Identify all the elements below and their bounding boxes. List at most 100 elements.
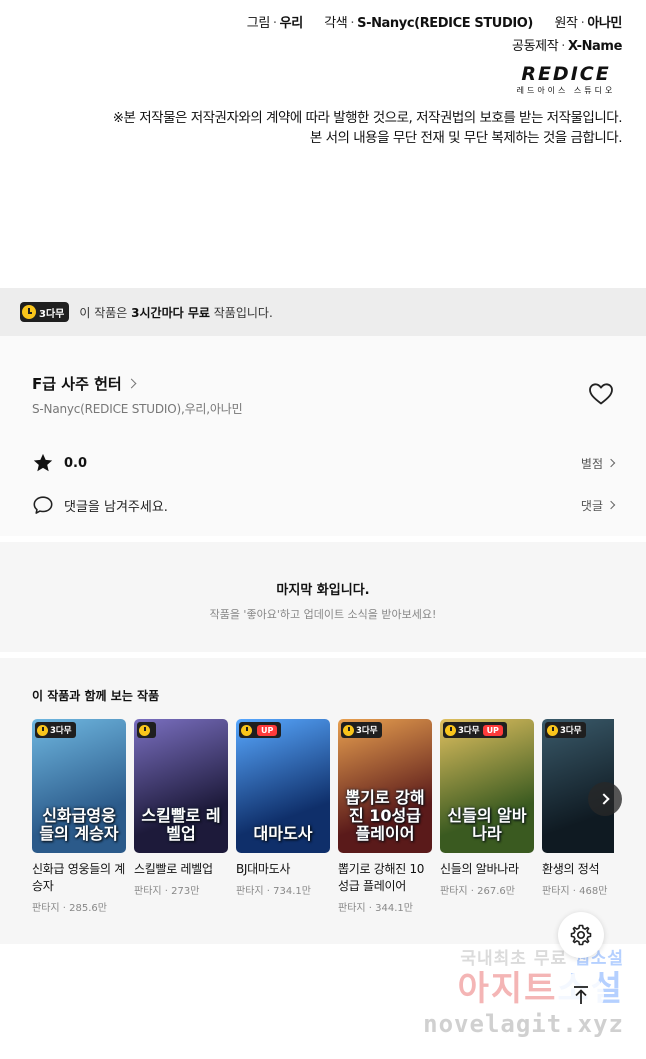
recommendation-card[interactable]: UP 대마도사 BJ대마도사판타지 · 734.1만 bbox=[236, 719, 330, 897]
clock-icon bbox=[343, 724, 354, 736]
chevron-right-icon bbox=[126, 378, 137, 389]
recommendation-meta: 판타지 · 273만 bbox=[134, 886, 200, 897]
cover-badge: 3다무 UP bbox=[443, 722, 507, 738]
rating-value: 0.0 bbox=[64, 455, 88, 471]
comment-row[interactable]: 댓글을 남겨주세요. 댓글 bbox=[32, 493, 616, 517]
watermark-line-1a: 국내최초 무료 bbox=[460, 949, 575, 969]
studio-logo: REDICE 레드아이스 스튜디오 bbox=[512, 64, 620, 96]
cover-badge: 3다무 bbox=[341, 722, 382, 738]
adapt-label: 각색 bbox=[324, 16, 348, 31]
cover-badge bbox=[137, 722, 156, 738]
rating-link-label: 별점 bbox=[580, 456, 603, 471]
rating-row: 0.0 별점 bbox=[32, 451, 616, 475]
update-badge: UP bbox=[257, 724, 278, 736]
cover-badge-label: 3다무 bbox=[50, 726, 72, 736]
cover-title-art: 신화급영웅들의 계승자 bbox=[39, 806, 119, 843]
studio-logo-word: REDICE bbox=[521, 63, 611, 85]
comment-bubble-icon bbox=[33, 496, 53, 514]
cover-badge: 3다무 bbox=[545, 722, 586, 738]
cover-badge-label: 3다무 bbox=[356, 726, 378, 736]
clock-icon bbox=[445, 724, 456, 736]
wait-free-badge-label: 3다무 bbox=[39, 308, 65, 320]
wait-free-text-post: 작품입니다. bbox=[209, 305, 273, 320]
recommendation-meta: 판타지 · 468만 bbox=[542, 886, 608, 897]
recommendation-cover: 3다무 UP 신들의 알바나라 bbox=[440, 719, 534, 853]
carousel-next-button[interactable] bbox=[588, 782, 622, 816]
recommendation-title: BJ대마도사 bbox=[236, 862, 291, 876]
cover-title-art: 대마도사 bbox=[253, 824, 313, 843]
rating-link[interactable]: 별점 bbox=[580, 455, 616, 472]
watermark-line-2a: 아지트 bbox=[457, 969, 558, 1009]
co-production-value: X-Name bbox=[568, 39, 622, 54]
co-production-label: 공동제작 bbox=[512, 39, 559, 54]
series-title-link[interactable]: F급 사주 헌터 bbox=[32, 373, 137, 394]
credits-line-2: 공동제작 · X-Name bbox=[512, 39, 622, 54]
credits-line-1: 그림 · 우리 각색 · S-Nanyc(REDICE STUDIO) 원작 · 아나민 bbox=[246, 16, 623, 31]
series-title: F급 사주 헌터 bbox=[32, 375, 122, 393]
copyright-notice: ※본 저작물은 저작권자와의 계약에 따라 발행한 것으로, 저작권법의 보호를… bbox=[112, 108, 623, 148]
series-authors: S-Nanyc(REDICE STUDIO),우리,아나민 bbox=[32, 402, 243, 416]
recommendation-cover: UP 대마도사 bbox=[236, 719, 330, 853]
credits-section: 그림 · 우리 각색 · S-Nanyc(REDICE STUDIO) 원작 · 아나민 공… bbox=[0, 0, 646, 288]
recommendation-cover: 3다무뽑기로 강해진 10성급 플레이어 bbox=[338, 719, 432, 853]
wait-free-text: 이 작품은 3시간마다 무료 작품입니다. bbox=[79, 304, 272, 321]
recommendation-title: 신들의 알바나라 bbox=[440, 862, 519, 876]
studio-logo-sub: 레드아이스 스튜디오 bbox=[516, 86, 616, 95]
chevron-right-icon bbox=[606, 458, 616, 468]
clock-icon bbox=[22, 305, 36, 319]
art-label: 그림 bbox=[246, 16, 271, 31]
comment-link[interactable]: 댓글 bbox=[580, 497, 616, 514]
settings-button[interactable] bbox=[558, 912, 604, 958]
arrow-up-icon bbox=[574, 986, 588, 1004]
recommendation-title: 뽑기로 강해진 10성급 플레이어 bbox=[338, 862, 425, 893]
wait-free-badge: 3다무 bbox=[20, 302, 70, 322]
update-badge: UP bbox=[482, 724, 503, 736]
original-value: 아나민 bbox=[587, 16, 622, 31]
recommendations-list: 3다무 신화급영웅들의 계승자 신화급 영웅들의 계승자 판타지 · 285.6만 스킬… bbox=[32, 719, 614, 929]
recommendation-meta: 판타지 · 734.1만 bbox=[236, 886, 311, 897]
recommendations: 이 작품과 함께 보는 작품 3다무신화급영웅들의 계승자신화급 영웅들의 계승… bbox=[0, 658, 646, 944]
wait-free-banner: 3다무 이 작품은 3시간마다 무료 작품입니다. bbox=[0, 288, 646, 336]
comment-link-label: 댓글 bbox=[580, 498, 603, 513]
heart-icon[interactable] bbox=[588, 382, 614, 406]
recommendation-title: 신화급 영웅들의 계승자 bbox=[32, 862, 125, 893]
original-label: 원작 bbox=[554, 16, 578, 31]
last-episode-subtitle: 작품을 '좋아요'하고 업데이트 소식을 받아보세요! bbox=[209, 608, 437, 621]
scroll-to-top-button[interactable] bbox=[558, 972, 604, 1018]
cover-badge-label: 3다무 bbox=[560, 726, 582, 736]
clock-icon bbox=[37, 724, 48, 736]
chevron-right-icon bbox=[597, 793, 610, 805]
cover-badge: UP bbox=[239, 722, 282, 738]
last-episode-title: 마지막 화입니다. bbox=[276, 583, 370, 598]
recommendation-card[interactable]: 3다무 UP 신들의 알바나라 신들의 알바나라 판타지 · 267.6만 bbox=[440, 719, 534, 897]
cover-badge: 3다무 bbox=[35, 722, 76, 738]
clock-icon bbox=[547, 724, 558, 736]
copyright-notice-line-2: 본 서의 내용을 무단 전재 및 무단 복제하는 것을 금합니다. bbox=[309, 130, 623, 146]
recommendation-title: 환생의 정석 bbox=[542, 862, 600, 876]
recommendation-meta: 판타지 · 344.1만 bbox=[338, 903, 413, 914]
recommendation-meta: 판타지 · 267.6만 bbox=[440, 886, 515, 897]
gear-icon bbox=[570, 924, 592, 946]
cover-title-art: 신들의 알바나라 bbox=[447, 806, 527, 843]
wait-free-text-bold: 3시간마다 무료 bbox=[131, 305, 210, 320]
recommendation-card[interactable]: 3다무신화급영웅들의 계승자신화급 영웅들의 계승자판타지 · 285.6만 bbox=[32, 719, 126, 914]
copyright-notice-line-1: ※본 저작물은 저작권자와의 계약에 따라 발행한 것으로, 저작권법의 보호를… bbox=[112, 110, 623, 126]
cover-title-art: 뽑기로 강해진 10성급 플레이어 bbox=[345, 788, 425, 843]
clock-icon bbox=[139, 724, 150, 736]
series-info: F급 사주 헌터 S-Nanyc(REDICE STUDIO),우리,아나민 0… bbox=[0, 336, 646, 536]
cover-title-art: 스킬빨로 레벨업 bbox=[141, 806, 221, 843]
adapt-value: S-Nanyc(REDICE STUDIO) bbox=[357, 16, 533, 31]
art-value: 우리 bbox=[279, 16, 304, 31]
star-icon bbox=[33, 453, 53, 472]
clock-icon bbox=[241, 724, 252, 736]
recommendations-title: 이 작품과 함께 보는 작품 bbox=[32, 689, 160, 703]
recommendation-title: 스킬빨로 레벨업 bbox=[134, 862, 213, 876]
wait-free-text-pre: 이 작품은 bbox=[79, 305, 132, 320]
recommendation-meta: 판타지 · 285.6만 bbox=[32, 903, 107, 914]
last-episode-notice: 마지막 화입니다. 작품을 '좋아요'하고 업데이트 소식을 받아보세요! bbox=[0, 542, 646, 652]
cover-badge-label: 3다무 bbox=[458, 726, 480, 736]
recommendation-card[interactable]: 스킬빨로 레벨업 스킬빨로 레벨업 판타지 · 273만 bbox=[134, 719, 228, 897]
recommendation-cover: 스킬빨로 레벨업 bbox=[134, 719, 228, 853]
recommendation-card[interactable]: 3다무 뽑기로 강해진 10성급 플레이어 뽑기로 강해진 10성급 플레이어 판타지… bbox=[338, 719, 432, 914]
chevron-right-icon bbox=[606, 500, 616, 510]
